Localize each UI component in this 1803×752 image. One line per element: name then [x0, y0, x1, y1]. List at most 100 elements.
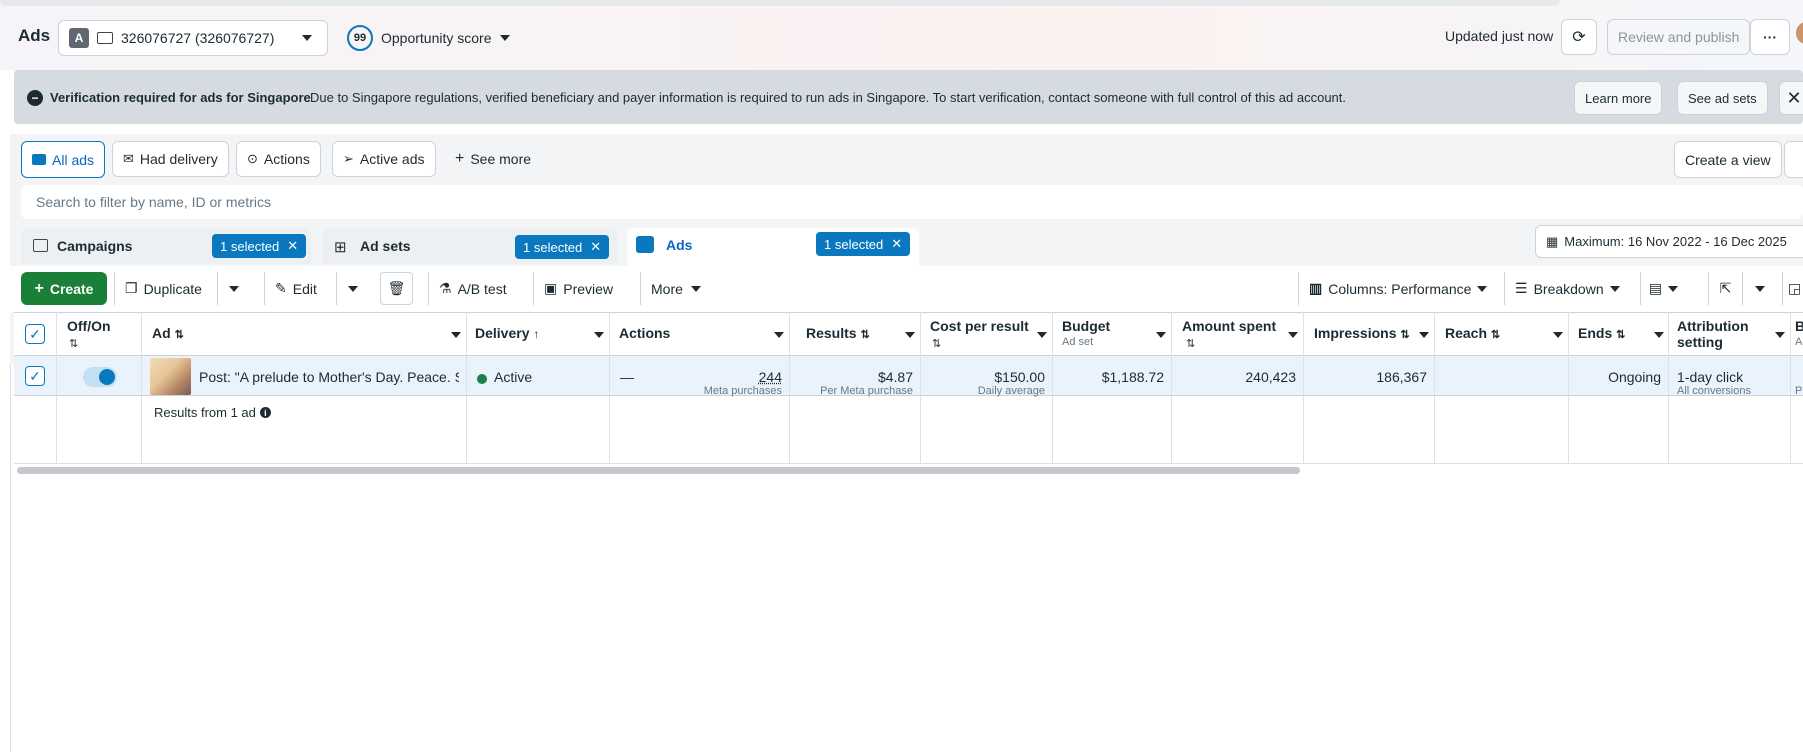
view-options-button[interactable]: [1784, 141, 1803, 178]
see-more-button[interactable]: + See more: [455, 150, 531, 168]
create-view-button[interactable]: Create a view: [1674, 141, 1782, 178]
more-options-button[interactable]: ···: [1750, 19, 1790, 55]
header-cost-per-result[interactable]: Cost per result: [930, 318, 1029, 334]
chevron-down-icon: [1755, 286, 1765, 292]
chevron-down-icon[interactable]: [1419, 332, 1429, 338]
delete-button[interactable]: 🗑: [380, 272, 413, 305]
account-selector[interactable]: A 326076727 (326076727): [58, 20, 328, 56]
export-dropdown[interactable]: [1742, 272, 1776, 305]
tab-label: All ads: [52, 152, 94, 168]
sort-icon: ⇅: [1400, 329, 1409, 341]
flask-icon: ⚗: [439, 280, 452, 297]
date-range-picker[interactable]: ▦ Maximum: 16 Nov 2022 - 16 Dec 2025: [1535, 225, 1803, 258]
header-impressions-label: Impressions: [1314, 325, 1396, 341]
campaigns-selected-chip[interactable]: 1 selected ✕: [212, 234, 306, 258]
header-delivery[interactable]: Delivery ↑: [475, 325, 539, 341]
sort-icon: ⇅: [860, 329, 869, 341]
ads-selected-chip[interactable]: 1 selected ✕: [816, 232, 910, 256]
ad-toggle[interactable]: [83, 367, 117, 387]
chevron-down-icon[interactable]: [1553, 332, 1563, 338]
header-attribution[interactable]: Attribution setting: [1677, 318, 1767, 350]
header-offon[interactable]: Off/On: [67, 318, 111, 334]
col-divider: [1303, 312, 1304, 464]
account-id: 326076727 (326076727): [121, 30, 274, 46]
sort-icon[interactable]: ⇅: [1186, 337, 1195, 350]
learn-more-button[interactable]: Learn more: [1574, 81, 1662, 115]
banner-message: Due to Singapore regulations, verified b…: [310, 90, 1346, 105]
breakdown-icon: ☰: [1515, 280, 1528, 297]
chevron-down-icon[interactable]: [1775, 332, 1785, 338]
header-bid[interactable]: Bic: [1795, 318, 1803, 334]
ad-name-link[interactable]: Post: "A prelude to Mother's Day. Peace.…: [199, 369, 459, 385]
header-results[interactable]: Results ⇅: [806, 325, 870, 341]
chart-toggle-button[interactable]: ◲: [1782, 272, 1803, 305]
reports-button[interactable]: ▤: [1640, 272, 1686, 305]
tab-actions[interactable]: ⊙ Actions: [236, 141, 321, 177]
close-icon[interactable]: ✕: [287, 238, 298, 254]
chevron-down-icon[interactable]: [1654, 332, 1664, 338]
header-ad[interactable]: Ad ⇅: [152, 325, 184, 341]
close-icon[interactable]: ✕: [590, 239, 601, 255]
columns-icon: ▥: [1309, 280, 1322, 297]
actions-value: —: [620, 369, 634, 385]
paper-plane-icon: ➢: [343, 151, 354, 167]
sort-icon[interactable]: ⇅: [69, 337, 78, 350]
see-ad-sets-button[interactable]: See ad sets: [1677, 81, 1768, 115]
duplicate-button[interactable]: ❐ Duplicate: [114, 272, 212, 305]
chevron-down-icon[interactable]: [1156, 332, 1166, 338]
search-bar[interactable]: Search to filter by name, ID or metrics: [21, 185, 1803, 219]
sort-icon[interactable]: ⇅: [932, 337, 941, 350]
edit-button[interactable]: ✎ Edit: [264, 272, 327, 305]
ads-table: ✓ Off/On ⇅ Ad ⇅ Delivery ↑ Actions Resul…: [14, 312, 1803, 464]
info-icon[interactable]: i: [260, 407, 271, 418]
columns-button[interactable]: ▥ Columns: Performance: [1298, 272, 1497, 305]
tab-had-delivery[interactable]: ✉ Had delivery: [112, 141, 229, 177]
pencil-icon: ✎: [275, 280, 287, 297]
account-badge: A: [69, 28, 89, 48]
header-actions[interactable]: Actions: [619, 325, 670, 341]
chevron-down-icon[interactable]: [594, 332, 604, 338]
horizontal-scrollbar[interactable]: [17, 467, 1300, 474]
duplicate-icon: ❐: [125, 280, 138, 297]
tab-all-ads[interactable]: All ads: [21, 141, 105, 178]
edit-dropdown[interactable]: [336, 272, 369, 305]
results-value[interactable]: 244: [759, 369, 782, 385]
ab-test-button[interactable]: ⚗ A/B test: [428, 272, 517, 305]
opportunity-score[interactable]: 99 Opportunity score: [347, 25, 510, 51]
reach-value: 186,367: [1376, 369, 1427, 385]
more-button[interactable]: More: [640, 272, 711, 305]
breakdown-label: Breakdown: [1534, 281, 1604, 297]
close-icon[interactable]: ✕: [891, 236, 902, 252]
calendar-icon: ▦: [1546, 234, 1558, 250]
header-ends[interactable]: Ends ⇅: [1578, 325, 1625, 341]
chevron-down-icon[interactable]: [451, 332, 461, 338]
chevron-down-icon[interactable]: [774, 332, 784, 338]
review-publish-button[interactable]: Review and publish: [1607, 19, 1750, 55]
duplicate-dropdown[interactable]: [217, 272, 250, 305]
header-budget[interactable]: Budget: [1062, 318, 1110, 334]
refresh-button[interactable]: ⟳: [1561, 19, 1597, 55]
trash-icon: 🗑: [388, 280, 406, 297]
col-divider: [1052, 312, 1053, 464]
row-checkbox[interactable]: ✓: [25, 366, 45, 386]
date-range-label: Maximum: 16 Nov 2022 - 16 Dec 2025: [1564, 234, 1787, 249]
preview-button[interactable]: ▣ Preview: [533, 272, 623, 305]
breakdown-button[interactable]: ☰ Breakdown: [1504, 272, 1630, 305]
tab-label: Actions: [264, 151, 310, 167]
chevron-down-icon: [1668, 286, 1678, 292]
export-button[interactable]: ⇱: [1708, 272, 1742, 305]
chevron-down-icon[interactable]: [1288, 332, 1298, 338]
chevron-down-icon[interactable]: [905, 332, 915, 338]
sort-up-icon: ↑: [533, 327, 539, 341]
opportunity-score-ring: 99: [347, 25, 373, 51]
tab-active-ads[interactable]: ➢ Active ads: [332, 141, 436, 177]
ad-sets-selected-chip[interactable]: 1 selected ✕: [515, 235, 609, 259]
header-ends-label: Ends: [1578, 325, 1612, 341]
select-all-checkbox[interactable]: ✓: [25, 324, 45, 344]
chevron-down-icon[interactable]: [1037, 332, 1047, 338]
header-amount-spent[interactable]: Amount spent: [1182, 318, 1276, 334]
header-impressions[interactable]: Impressions ⇅: [1314, 325, 1410, 341]
close-banner-button[interactable]: ✕: [1779, 81, 1803, 115]
create-button[interactable]: + Create: [21, 272, 107, 305]
header-reach[interactable]: Reach ⇅: [1445, 325, 1500, 341]
